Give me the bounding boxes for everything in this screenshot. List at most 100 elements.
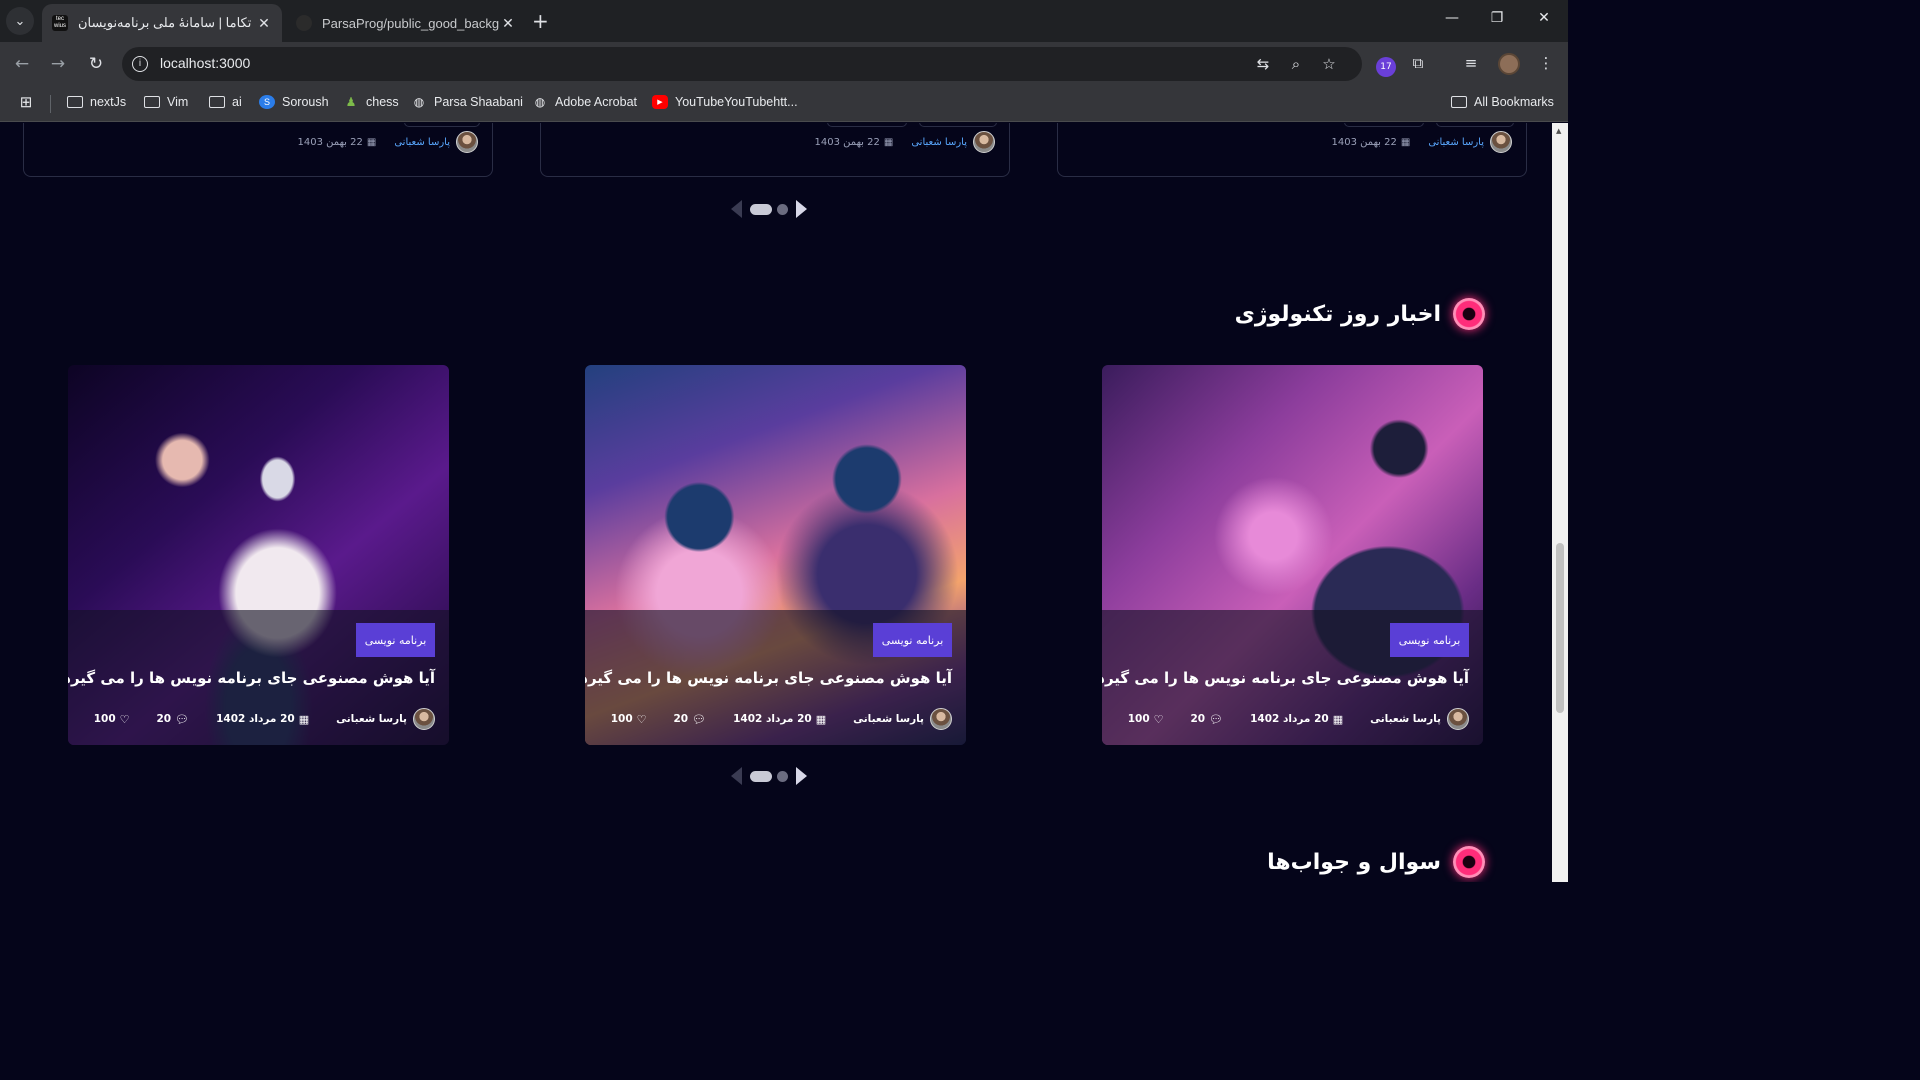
reload-icon[interactable]: ↻ <box>86 54 106 74</box>
bookmark-chess[interactable]: ♟ chess <box>343 95 399 109</box>
favicon-text: tec wius <box>53 16 66 29</box>
news-meta: پارسا شعبانی ▦ 20 مرداد 1402 💬︎ 20 ♡ 100 <box>611 708 952 730</box>
news-title[interactable]: آیا هوش مصنوعی جای برنامه نویس ها را می … <box>68 669 435 687</box>
heart-icon[interactable]: ♡ <box>120 713 130 726</box>
post-date: 20 مرداد 1402 <box>1250 713 1329 725</box>
folder-icon <box>209 95 225 109</box>
post-date: 20 مرداد 1402 <box>733 713 812 725</box>
news-card[interactable]: برنامه نویسی آیا هوش مصنوعی جای برنامه ن… <box>585 365 966 745</box>
like-count: 100 <box>1127 713 1150 725</box>
card-button[interactable] <box>1436 123 1514 127</box>
restore-icon[interactable]: ❐ <box>1487 10 1507 26</box>
bookmark-label: nextJs <box>90 95 127 109</box>
news-title[interactable]: آیا هوش مصنوعی جای برنامه نویس ها را می … <box>585 669 952 687</box>
browser-toolbar: ← → ↻ i localhost:3000 ⇆ ⌕ ☆ ⧉ ≡ ⋮ <box>0 42 1568 86</box>
card-button[interactable] <box>404 123 480 127</box>
category-badge[interactable]: برنامه نویسی <box>873 623 952 657</box>
tab-inactive[interactable]: ParsaProg/public_good_backgr ✕ <box>286 4 526 42</box>
news-meta: پارسا شعبانی ▦ 20 مرداد 1402 💬︎ 20 ♡ 100 <box>1128 708 1469 730</box>
heart-icon[interactable]: ♡ <box>1154 713 1164 726</box>
article-card[interactable]: پارسا شعبانی ▦ 22 بهمن 1403 <box>540 123 1010 177</box>
card-button[interactable] <box>1344 123 1424 127</box>
new-tab-button[interactable]: + <box>532 9 549 33</box>
pagination-dot[interactable] <box>777 770 788 782</box>
author-avatar <box>973 131 995 153</box>
section-dot-icon <box>1453 846 1485 878</box>
tab-title: ParsaProg/public_good_backgr <box>322 15 500 31</box>
bookmark-adobe-acrobat[interactable]: ◍ Adobe Acrobat <box>532 95 637 109</box>
date-text: 22 بهمن 1403 <box>297 136 363 148</box>
card-meta: پارسا شعبانی ▦ 22 بهمن 1403 <box>1332 131 1512 153</box>
scroll-thumb[interactable] <box>1556 543 1564 713</box>
zoom-icon[interactable]: ⌕ <box>1286 55 1306 73</box>
bookmark-star-icon[interactable]: ☆ <box>1319 55 1339 73</box>
card-button[interactable] <box>827 123 907 127</box>
post-date: 20 مرداد 1402 <box>216 713 295 725</box>
author-name[interactable]: پارسا شعبانی <box>1428 137 1484 148</box>
category-badge[interactable]: برنامه نویسی <box>356 623 435 657</box>
minimize-icon[interactable]: — <box>1442 10 1462 26</box>
profile-avatar[interactable] <box>1498 53 1520 75</box>
author-name[interactable]: پارسا شعبانی <box>911 137 967 148</box>
author-name[interactable]: پارسا شعبانی <box>394 137 450 148</box>
calendar-icon: ▦ <box>298 712 310 726</box>
card-button[interactable] <box>919 123 997 127</box>
site-info-icon[interactable]: i <box>132 56 148 72</box>
all-bookmarks[interactable]: All Bookmarks <box>1451 95 1554 109</box>
calendar-icon: ▦ <box>883 136 894 148</box>
back-icon[interactable]: ← <box>12 54 32 74</box>
tab-strip: ⌄ tec wius تکاما | سامانهٔ ملی برنامه‌نو… <box>0 0 1568 42</box>
bookmark-ai[interactable]: ai <box>209 95 242 109</box>
prev-arrow-icon[interactable] <box>731 200 742 218</box>
bookmark-soroush[interactable]: S Soroush <box>259 95 329 109</box>
heart-icon[interactable]: ♡ <box>637 713 647 726</box>
bookmark-youtube[interactable]: ▶ YouTubeYouTubehtt... <box>652 95 798 109</box>
prev-arrow-icon[interactable] <box>731 767 742 785</box>
news-title[interactable]: آیا هوش مصنوعی جای برنامه نویس ها را می … <box>1102 669 1469 687</box>
extensions-icon[interactable]: ⧉ <box>1407 54 1429 72</box>
carousel-pagination <box>731 200 807 218</box>
close-tab-icon[interactable]: ✕ <box>500 15 516 32</box>
media-controls-icon[interactable]: ≡ <box>1460 54 1482 72</box>
address-url[interactable]: localhost:3000 <box>160 55 250 71</box>
author-name[interactable]: پارسا شعبانی <box>336 713 407 725</box>
pagination-dot-active[interactable] <box>750 203 772 215</box>
carousel-pagination <box>731 767 807 785</box>
category-badge[interactable]: برنامه نویسی <box>1390 623 1469 657</box>
next-arrow-icon[interactable] <box>796 200 807 218</box>
article-card[interactable]: پارسا شعبانی ▦ 22 بهمن 1403 <box>23 123 493 177</box>
pagination-dot-active[interactable] <box>750 770 772 782</box>
address-bar[interactable]: i localhost:3000 ⇆ ⌕ ☆ <box>122 47 1362 81</box>
author-name[interactable]: پارسا شعبانی <box>1370 713 1441 725</box>
like-count: 100 <box>93 713 116 725</box>
page-viewport: پارسا شعبانی ▦ 22 بهمن 1403 پارسا شعبانی … <box>0 123 1552 882</box>
pagination-dot[interactable] <box>777 203 788 215</box>
folder-icon <box>144 95 160 109</box>
forward-icon[interactable]: → <box>48 54 68 74</box>
globe-icon: ◍ <box>413 95 425 109</box>
author-name[interactable]: پارسا شعبانی <box>853 713 924 725</box>
page-scrollbar[interactable]: ▲ <box>1552 123 1568 882</box>
folder-icon <box>1451 95 1467 109</box>
bookmark-label: ai <box>232 95 242 109</box>
tab-search-button[interactable]: ⌄ <box>6 7 34 35</box>
card-meta: پارسا شعبانی ▦ 22 بهمن 1403 <box>815 131 995 153</box>
comment-count: 20 <box>156 713 172 725</box>
close-tab-icon[interactable]: ✕ <box>256 15 272 32</box>
apps-icon[interactable]: ⊞ <box>18 94 41 111</box>
close-window-icon[interactable]: ✕ <box>1534 10 1554 26</box>
tab-active[interactable]: tec wius تکاما | سامانهٔ ملی برنامه‌نویس… <box>42 4 282 42</box>
calendar-icon: ▦ <box>366 136 377 148</box>
browser-menu-icon[interactable]: ⋮ <box>1535 54 1557 72</box>
bookmark-vim[interactable]: Vim <box>144 95 188 109</box>
article-card[interactable]: پارسا شعبانی ▦ 22 بهمن 1403 <box>1057 123 1527 177</box>
next-arrow-icon[interactable] <box>796 767 807 785</box>
bookmark-parsa-shaabani[interactable]: ◍ Parsa Shaabani <box>411 95 523 109</box>
scroll-up-icon[interactable]: ▲ <box>1556 127 1561 135</box>
news-card[interactable]: برنامه نویسی آیا هوش مصنوعی جای برنامه ن… <box>1102 365 1483 745</box>
extension-badge[interactable]: 17 <box>1376 57 1396 77</box>
section-dot-icon <box>1453 298 1485 330</box>
bookmark-nextjs[interactable]: nextJs <box>67 95 126 109</box>
translate-icon[interactable]: ⇆ <box>1253 55 1273 73</box>
news-card[interactable]: برنامه نویسی آیا هوش مصنوعی جای برنامه ن… <box>68 365 449 745</box>
